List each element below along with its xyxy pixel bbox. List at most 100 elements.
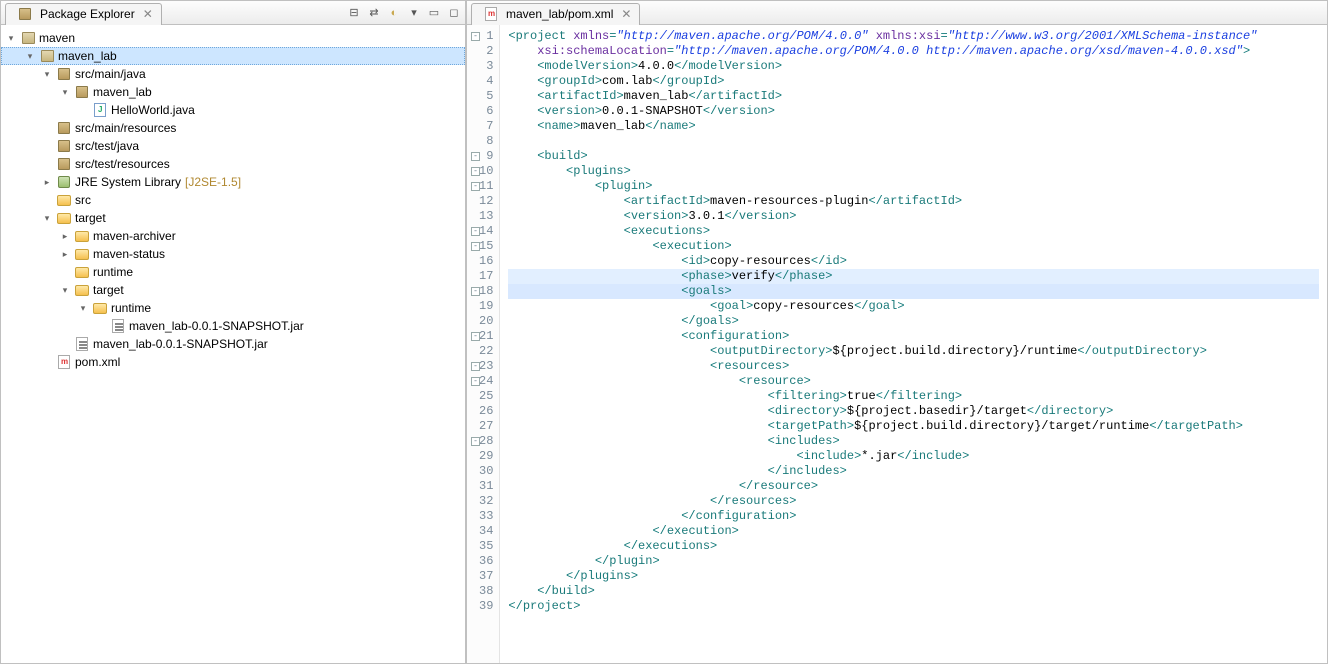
tree-node[interactable]: ▾target [1,209,465,227]
tree-node[interactable]: src/main/resources [1,119,465,137]
fold-toggle-icon[interactable]: - [471,377,480,386]
code-line[interactable]: <resources> [508,359,1319,374]
code-line[interactable]: <build> [508,149,1319,164]
line-number[interactable]: 20 [479,314,493,329]
line-number[interactable]: 13 [479,209,493,224]
line-number[interactable]: 9- [479,149,493,164]
expand-closed-icon[interactable]: ▸ [41,177,53,188]
fold-toggle-icon[interactable]: - [471,287,480,296]
fold-toggle-icon[interactable]: - [471,167,480,176]
line-number[interactable]: 23- [479,359,493,374]
line-number[interactable]: 18- [479,284,493,299]
code-line[interactable]: <targetPath>${project.build.directory}/t… [508,419,1319,434]
package-tree[interactable]: ▾maven▾maven_lab▾src/main/java▾maven_lab… [1,25,465,663]
line-number[interactable]: 6 [479,104,493,119]
tree-node[interactable]: src/test/resources [1,155,465,173]
line-number[interactable]: 27 [479,419,493,434]
fold-toggle-icon[interactable]: - [471,242,480,251]
expand-closed-icon[interactable]: ▸ [59,231,71,242]
code-line[interactable]: </resource> [508,479,1319,494]
fold-toggle-icon[interactable]: - [471,32,480,41]
code-line[interactable]: <version>0.0.1-SNAPSHOT</version> [508,104,1319,119]
line-number[interactable]: 34 [479,524,493,539]
code-line[interactable]: </plugins> [508,569,1319,584]
line-number[interactable]: 15- [479,239,493,254]
package-explorer-tab[interactable]: Package Explorer ✕ [5,3,162,25]
line-number[interactable]: 30 [479,464,493,479]
line-number[interactable]: 26 [479,404,493,419]
focus-task-icon[interactable]: ◐ [387,6,401,20]
line-number[interactable]: 33 [479,509,493,524]
line-number[interactable]: 1- [479,29,493,44]
code-line[interactable]: <project xmlns="http://maven.apache.org/… [508,29,1319,44]
code-line[interactable]: </project> [508,599,1319,614]
code-line[interactable] [508,134,1319,149]
code-line[interactable]: <directory>${project.basedir}/target</di… [508,404,1319,419]
line-number[interactable]: 12 [479,194,493,209]
code-line[interactable]: <includes> [508,434,1319,449]
expand-open-icon[interactable]: ▾ [41,69,53,80]
line-number[interactable]: 2 [479,44,493,59]
tree-node[interactable]: pom.xml [1,353,465,371]
expand-open-icon[interactable]: ▾ [41,213,53,224]
fold-toggle-icon[interactable]: - [471,182,480,191]
collapse-all-icon[interactable]: ⊟ [347,6,361,20]
line-number[interactable]: 37 [479,569,493,584]
tree-node[interactable]: ▸maven-status [1,245,465,263]
line-number[interactable]: 11- [479,179,493,194]
line-number[interactable]: 29 [479,449,493,464]
fold-toggle-icon[interactable]: - [471,437,480,446]
code-line[interactable]: <artifactId>maven-resources-plugin</arti… [508,194,1319,209]
code-line[interactable]: <filtering>true</filtering> [508,389,1319,404]
line-number[interactable]: 16 [479,254,493,269]
line-number[interactable]: 17 [479,269,493,284]
tree-node[interactable]: ▾maven_lab [1,83,465,101]
code-line[interactable]: </goals> [508,314,1319,329]
line-number-gutter[interactable]: 1-23456789-10-11-121314-15-161718-192021… [467,25,500,663]
line-number[interactable]: 24- [479,374,493,389]
line-number[interactable]: 35 [479,539,493,554]
fold-toggle-icon[interactable]: - [471,332,480,341]
code-line[interactable]: <phase>verify</phase> [508,269,1319,284]
tree-node[interactable]: HelloWorld.java [1,101,465,119]
code-line[interactable]: </includes> [508,464,1319,479]
tree-node[interactable]: ▾target [1,281,465,299]
tree-node[interactable]: ▾runtime [1,299,465,317]
tree-node[interactable]: runtime [1,263,465,281]
fold-toggle-icon[interactable]: - [471,227,480,236]
code-line[interactable]: <include>*.jar</include> [508,449,1319,464]
tree-node[interactable]: ▾maven_lab [1,47,465,65]
close-icon[interactable]: ✕ [621,7,631,21]
link-editor-icon[interactable]: ⇄ [367,6,381,20]
code-line[interactable]: </resources> [508,494,1319,509]
line-number[interactable]: 22 [479,344,493,359]
line-number[interactable]: 38 [479,584,493,599]
line-number[interactable]: 25 [479,389,493,404]
line-number[interactable]: 32 [479,494,493,509]
line-number[interactable]: 5 [479,89,493,104]
tree-node[interactable]: ▾maven [1,29,465,47]
code-line[interactable]: <plugin> [508,179,1319,194]
expand-open-icon[interactable]: ▾ [59,285,71,296]
code-line[interactable]: <configuration> [508,329,1319,344]
code-line[interactable]: <version>3.0.1</version> [508,209,1319,224]
expand-open-icon[interactable]: ▾ [77,303,89,314]
line-number[interactable]: 31 [479,479,493,494]
code-line[interactable]: </build> [508,584,1319,599]
code-line[interactable]: <execution> [508,239,1319,254]
code-line[interactable]: <outputDirectory>${project.build.directo… [508,344,1319,359]
expand-closed-icon[interactable]: ▸ [59,249,71,260]
code-line[interactable]: <id>copy-resources</id> [508,254,1319,269]
tree-node[interactable]: maven_lab-0.0.1-SNAPSHOT.jar [1,317,465,335]
code-line[interactable]: xsi:schemaLocation="http://maven.apache.… [508,44,1319,59]
tree-node[interactable]: ▾src/main/java [1,65,465,83]
code-line[interactable]: </executions> [508,539,1319,554]
line-number[interactable]: 28- [479,434,493,449]
tree-node[interactable]: maven_lab-0.0.1-SNAPSHOT.jar [1,335,465,353]
expand-open-icon[interactable]: ▾ [59,87,71,98]
line-number[interactable]: 36 [479,554,493,569]
minimize-icon[interactable]: ▭ [427,6,441,20]
tree-node[interactable]: ▸JRE System Library[J2SE-1.5] [1,173,465,191]
code-line[interactable]: </configuration> [508,509,1319,524]
maximize-icon[interactable]: ◻ [447,6,461,20]
